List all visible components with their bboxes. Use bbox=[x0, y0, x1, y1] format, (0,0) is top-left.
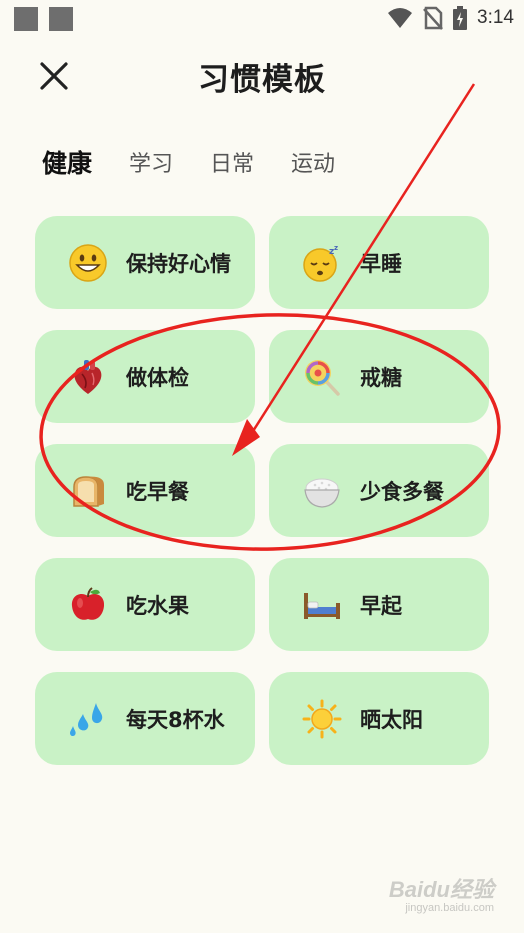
habit-card-wake-early[interactable]: 早起 bbox=[269, 558, 489, 651]
rice-bowl-icon bbox=[302, 471, 342, 511]
svg-text:z: z bbox=[334, 244, 338, 252]
apple-icon bbox=[68, 585, 108, 625]
tab-health[interactable]: 健康 bbox=[42, 144, 92, 180]
battery-charging-icon bbox=[453, 6, 468, 30]
notification-icon bbox=[49, 7, 73, 31]
habit-card-drink-water[interactable]: 每天8杯水 bbox=[35, 672, 255, 765]
status-right: 3:14 bbox=[387, 4, 514, 32]
status-clock: 3:14 bbox=[477, 7, 514, 28]
anatomical-heart-icon bbox=[68, 357, 108, 397]
bed-icon bbox=[302, 585, 342, 625]
habit-label: 早睡 bbox=[360, 251, 402, 276]
notification-icon bbox=[14, 7, 38, 31]
no-sim-icon bbox=[423, 6, 443, 30]
habit-label: 保持好心情 bbox=[126, 251, 231, 276]
habit-card-good-mood[interactable]: 保持好心情 bbox=[35, 216, 255, 309]
watermark-logo: Baidu经验 bbox=[388, 877, 494, 902]
habit-card-eat-breakfast[interactable]: 吃早餐 bbox=[35, 444, 255, 537]
category-tabs: 健康 学习 日常 运动 bbox=[42, 140, 372, 184]
tab-daily[interactable]: 日常 bbox=[210, 146, 254, 178]
water-droplets-icon bbox=[68, 699, 108, 739]
smiley-face-icon bbox=[68, 243, 108, 283]
tab-study[interactable]: 学习 bbox=[129, 146, 173, 178]
page-title: 习惯模板 bbox=[198, 62, 326, 98]
habit-grid: 保持好心情 z z 早睡 做体检 戒糖 吃早餐 少食多餐 吃水果 早起 每天8杯… bbox=[35, 216, 489, 765]
habit-label: 每天8杯水 bbox=[126, 707, 225, 732]
sleeping-face-icon: z z bbox=[302, 243, 342, 283]
bread-icon bbox=[68, 471, 108, 511]
habit-label: 早起 bbox=[360, 593, 402, 618]
habit-card-quit-sugar[interactable]: 戒糖 bbox=[269, 330, 489, 423]
tab-sports[interactable]: 运动 bbox=[291, 146, 335, 178]
habit-label: 戒糖 bbox=[360, 365, 402, 390]
habit-card-sleep-early[interactable]: z z 早睡 bbox=[269, 216, 489, 309]
habit-label: 晒太阳 bbox=[360, 707, 423, 732]
habit-label: 少食多餐 bbox=[360, 479, 444, 504]
watermark-url: jingyan.baidu.com bbox=[405, 902, 494, 914]
app-header: 习惯模板 bbox=[0, 46, 524, 106]
wifi-icon bbox=[388, 8, 413, 28]
habit-label: 吃水果 bbox=[126, 593, 189, 618]
lollipop-icon bbox=[302, 357, 342, 397]
habit-card-sunbathe[interactable]: 晒太阳 bbox=[269, 672, 489, 765]
habit-card-eat-fruit[interactable]: 吃水果 bbox=[35, 558, 255, 651]
habit-label: 吃早餐 bbox=[126, 479, 189, 504]
sun-icon bbox=[302, 699, 342, 739]
status-bar: 3:14 bbox=[0, 0, 524, 36]
habit-card-small-meals[interactable]: 少食多餐 bbox=[269, 444, 489, 537]
habit-card-health-check[interactable]: 做体检 bbox=[35, 330, 255, 423]
habit-label: 做体检 bbox=[126, 365, 189, 390]
